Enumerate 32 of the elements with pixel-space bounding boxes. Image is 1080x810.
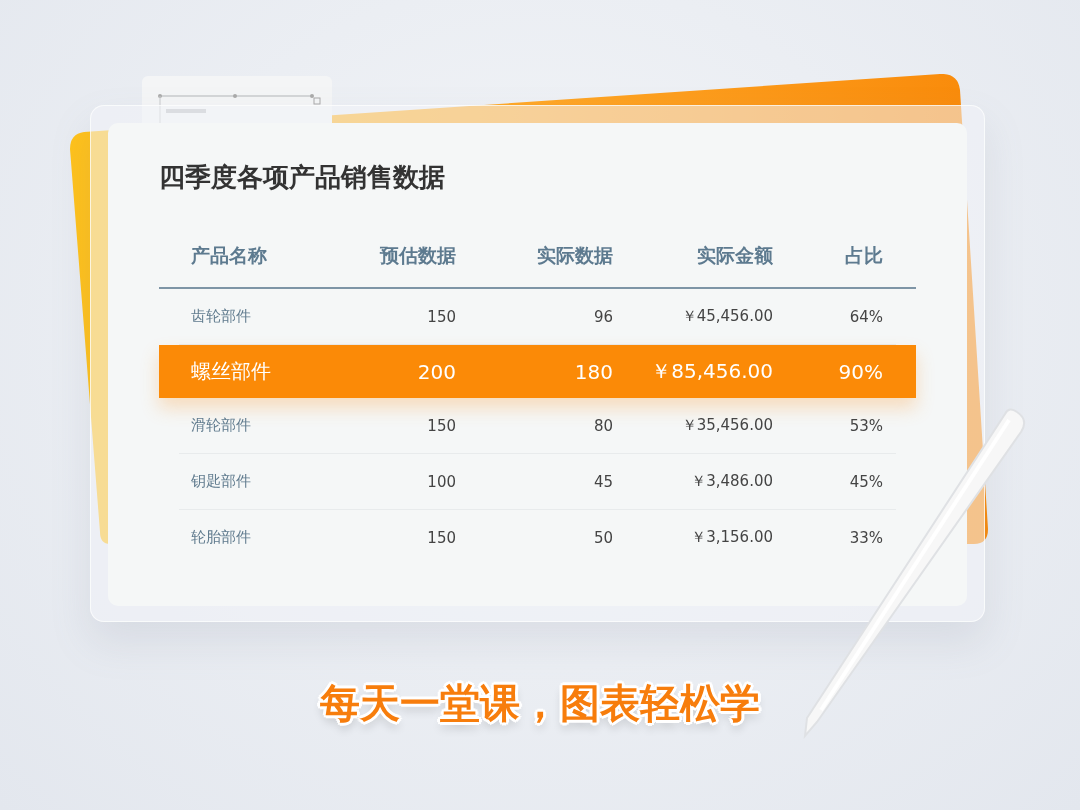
column-header: 实际数据 [536, 243, 613, 268]
table-cell-text: 螺丝部件 [190, 358, 272, 385]
table-cell-text: 45% [848, 472, 883, 491]
table-cell-text: 齿轮部件 [190, 307, 252, 326]
table-cell-text: 轮胎部件 [190, 528, 252, 547]
column-header: 产品名称 [190, 243, 268, 268]
column-header: 占比 [844, 243, 883, 268]
table-cell-text: 150 [426, 416, 456, 435]
table-cell-text: 150 [426, 307, 456, 326]
table-cell-text: 33% [848, 528, 883, 547]
table-cell-text: 64% [848, 307, 883, 326]
table-cell-text: ￥85,456.00 [650, 358, 773, 385]
table-cell-text: 90% [837, 359, 883, 384]
table-cell-text: 200 [416, 359, 456, 384]
table-cell-text: 100 [426, 472, 456, 491]
table-cell-text: 53% [848, 416, 883, 435]
table-cell-text: 50 [592, 528, 613, 547]
table-cell-text: 钥匙部件 [190, 472, 252, 491]
column-header: 实际金额 [696, 243, 773, 268]
table-cell-text: ￥3,156.00 [690, 528, 773, 547]
table-cell-text: 96 [592, 307, 613, 326]
table-cell-text: 45 [592, 472, 613, 491]
slogan: 每天一堂课，图表轻松学 [319, 679, 761, 728]
table-cell-text: 180 [573, 359, 613, 384]
table-cell-text: ￥35,456.00 [680, 416, 773, 435]
table-cell-text: 80 [592, 416, 613, 435]
table-cell-text: 滑轮部件 [190, 416, 252, 435]
column-header: 预估数据 [378, 243, 456, 268]
table-cell-text: ￥3,486.00 [690, 472, 773, 491]
table-cell-text: ￥45,456.00 [680, 307, 773, 326]
table-cell-text: 150 [426, 528, 456, 547]
card-title: 四季度各项产品销售数据 [159, 161, 446, 194]
